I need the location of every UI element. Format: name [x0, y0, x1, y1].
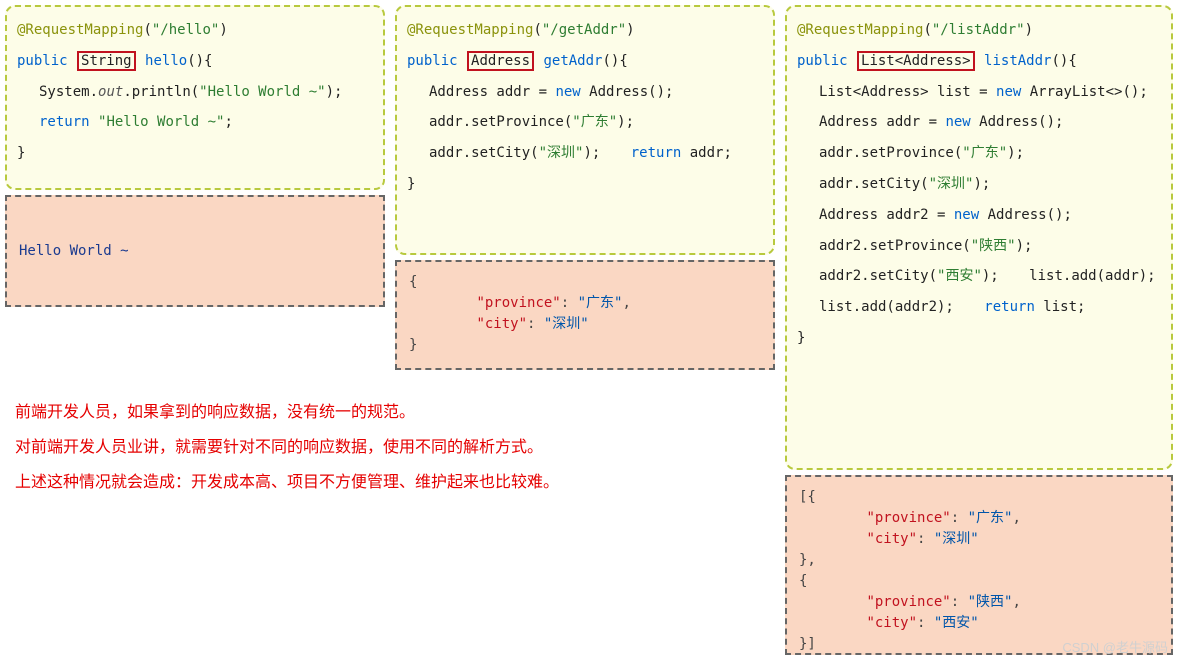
output-panel-getaddr: { "province": "广东", "city": "深圳" } [395, 260, 775, 370]
json-output: { "province": "广东", "city": "深圳" } [409, 272, 761, 356]
code-panel-hello: @RequestMapping("/hello") public String … [5, 5, 385, 190]
output-text: Hello World ~ [19, 241, 129, 262]
return-type-box: Address [467, 51, 534, 71]
annotation: @RequestMapping [17, 22, 143, 38]
output-panel-listaddr: [{ "province": "广东", "city": "深圳" }, { "… [785, 475, 1173, 655]
return-type-box: String [77, 51, 136, 71]
output-panel-hello: Hello World ~ [5, 195, 385, 307]
return-type-box: List<Address> [857, 51, 975, 71]
watermark: CSDN @老牛源码 [1062, 637, 1168, 656]
code-panel-listaddr: @RequestMapping("/listAddr") public List… [785, 5, 1173, 470]
json-output: [{ "province": "广东", "city": "深圳" }, { "… [799, 487, 1159, 655]
commentary-text: 前端开发人员，如果拿到的响应数据，没有统一的规范。 对前端开发人员业讲，就需要针… [15, 395, 559, 501]
code-panel-getaddr: @RequestMapping("/getAddr") public Addre… [395, 5, 775, 255]
